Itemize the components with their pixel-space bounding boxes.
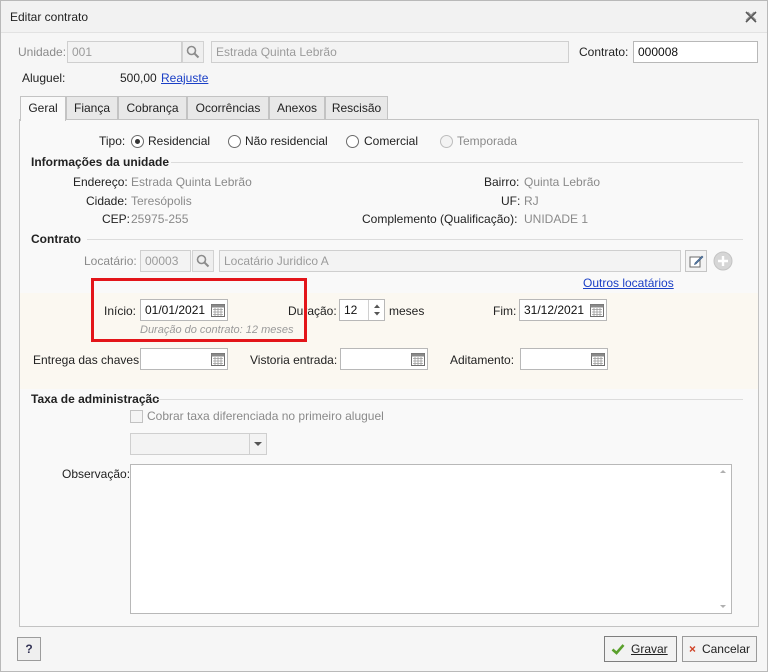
taxa-select-dropdown[interactable] xyxy=(249,434,266,454)
reajuste-link[interactable]: Reajuste xyxy=(161,71,208,85)
bairro-value: Quinta Lebrão xyxy=(524,175,601,189)
unidade-search-button[interactable] xyxy=(182,41,204,63)
duracao-spin[interactable] xyxy=(368,300,384,320)
unidade-label: Unidade: xyxy=(18,45,67,59)
fim-label: Fim: xyxy=(493,304,517,318)
cep-label: CEP: xyxy=(102,212,131,226)
taxa-select[interactable] xyxy=(130,433,267,455)
close-icon xyxy=(689,646,696,652)
chevron-down-icon xyxy=(254,442,262,446)
tab-anexos[interactable]: Anexos xyxy=(269,96,325,120)
cobrar-taxa-label: Cobrar taxa diferenciada no primeiro alu… xyxy=(147,409,384,423)
help-button[interactable]: ? xyxy=(17,637,41,661)
tab-ocorrencias[interactable]: Ocorrências xyxy=(187,96,269,120)
endereco-value: Estrada Quinta Lebrão xyxy=(131,175,252,189)
section-divider xyxy=(171,162,743,163)
aluguel-label: Aluguel: xyxy=(22,71,66,85)
meses-label: meses xyxy=(389,304,425,318)
aditamento-calendar-button[interactable] xyxy=(588,349,608,369)
radio-nao-residencial[interactable] xyxy=(228,135,241,148)
help-button-label: ? xyxy=(25,642,33,656)
save-button-label: Gravar xyxy=(631,642,668,656)
taxa-section-title: Taxa de administração xyxy=(31,392,160,406)
observacao-scrollbar[interactable] xyxy=(715,465,731,613)
scroll-arrows-icon xyxy=(720,470,726,608)
save-button[interactable]: Gravar xyxy=(604,636,677,662)
locatario-code-field[interactable]: 00003 xyxy=(140,250,191,272)
title-bar: Editar contrato xyxy=(1,1,767,33)
tab-geral[interactable]: Geral xyxy=(20,96,66,121)
cep-value: 25975-255 xyxy=(131,212,189,226)
plus-circle-icon xyxy=(713,251,733,271)
window-title: Editar contrato xyxy=(10,10,89,24)
section-divider xyxy=(87,239,743,240)
radio-comercial-label: Comercial xyxy=(364,134,419,148)
calendar-icon xyxy=(211,353,225,366)
cidade-label: Cidade: xyxy=(86,194,128,208)
locatario-name-field[interactable]: Locatário Juridico A xyxy=(219,250,681,272)
search-icon xyxy=(196,254,210,268)
uf-label: UF: xyxy=(501,194,521,208)
entrega-calendar-button[interactable] xyxy=(208,349,228,369)
contrato-label: Contrato: xyxy=(579,45,629,59)
fim-date-value: 31/12/2021 xyxy=(524,303,585,317)
aluguel-value: 500,00 xyxy=(120,71,157,85)
endereco-label: Endereço: xyxy=(73,175,128,189)
check-icon xyxy=(611,644,625,655)
tab-rescisao[interactable]: Rescisão xyxy=(325,96,388,120)
uf-value: RJ xyxy=(524,194,539,208)
aditamento-label: Aditamento: xyxy=(450,353,515,367)
tab-cobranca[interactable]: Cobrança xyxy=(118,96,187,120)
tab-fianca[interactable]: Fiança xyxy=(66,96,118,120)
calendar-icon xyxy=(591,353,605,366)
unidade-code-field[interactable]: 001 xyxy=(67,41,182,63)
radio-comercial[interactable] xyxy=(346,135,359,148)
outros-locatarios-link[interactable]: Outros locatários xyxy=(583,276,674,290)
search-icon xyxy=(186,45,200,59)
vistoria-label: Vistoria entrada: xyxy=(250,353,338,367)
locatario-label: Locatário: xyxy=(84,254,137,268)
entrega-label: Entrega das chaves: xyxy=(33,353,143,367)
close-icon[interactable] xyxy=(743,9,759,25)
radio-temporada[interactable] xyxy=(440,135,453,148)
cobrar-taxa-checkbox[interactable] xyxy=(130,410,143,423)
radio-nao-residencial-label: Não residencial xyxy=(245,134,328,148)
radio-residencial[interactable] xyxy=(131,135,144,148)
calendar-icon xyxy=(590,304,604,317)
add-locatario-button[interactable] xyxy=(712,250,734,272)
contrato-section-title: Contrato xyxy=(31,232,81,246)
spin-arrows-icon xyxy=(374,304,380,316)
section-divider xyxy=(157,399,743,400)
fim-calendar-button[interactable] xyxy=(587,300,607,320)
unidade-name-field[interactable]: Estrada Quinta Lebrão xyxy=(211,41,569,63)
cancel-button-label: Cancelar xyxy=(701,642,750,656)
radio-residencial-label: Residencial xyxy=(148,134,211,148)
highlight-box xyxy=(91,278,307,342)
observacao-textarea[interactable] xyxy=(130,464,732,614)
duracao-value: 12 xyxy=(344,303,358,317)
unit-info-section-title: Informações da unidade xyxy=(31,155,170,169)
cidade-value: Teresópolis xyxy=(131,194,192,208)
complemento-label: Complemento (Qualificação): xyxy=(362,212,518,226)
radio-temporada-label: Temporada xyxy=(457,134,518,148)
cancel-button[interactable]: Cancelar xyxy=(682,636,757,662)
locatario-search-button[interactable] xyxy=(192,250,214,272)
edit-locatario-button[interactable] xyxy=(685,250,707,272)
edit-icon xyxy=(689,255,704,268)
complemento-value: UNIDADE 1 xyxy=(524,212,589,226)
observacao-label: Observação: xyxy=(62,467,131,481)
calendar-icon xyxy=(411,353,425,366)
vistoria-calendar-button[interactable] xyxy=(408,349,428,369)
bairro-label: Bairro: xyxy=(484,175,520,189)
tipo-label: Tipo: xyxy=(99,134,126,148)
contrato-number-field[interactable]: 000008 xyxy=(633,41,758,63)
edit-contract-window: Editar contrato Unidade: 001 Estrada Qui… xyxy=(0,0,768,672)
